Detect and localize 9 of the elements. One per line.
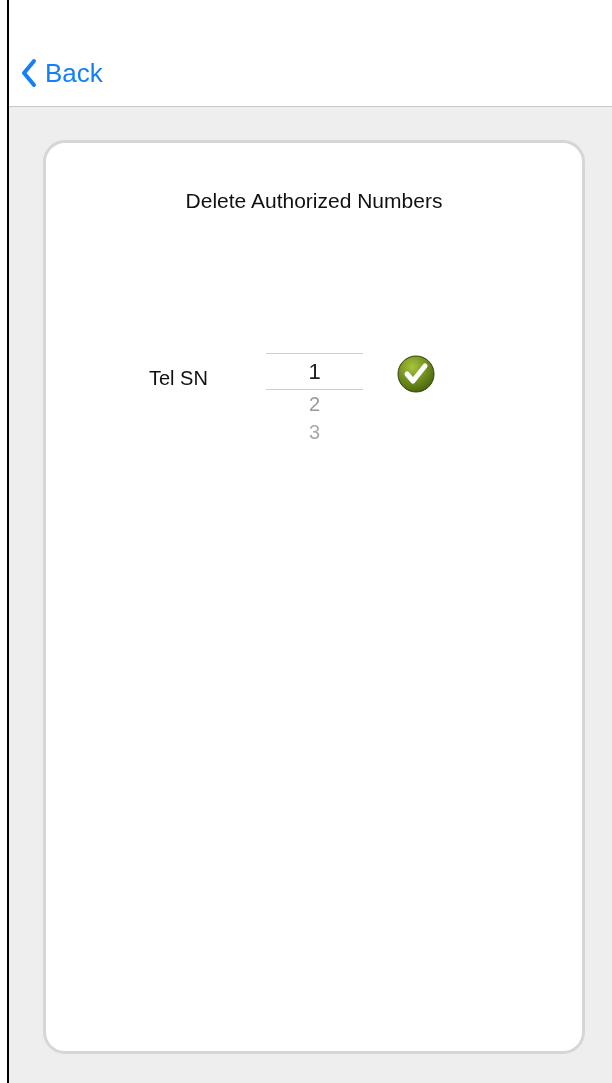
number-picker[interactable]: 1 2 3: [266, 352, 363, 446]
picker-option[interactable]: 3: [266, 417, 363, 446]
back-button[interactable]: Back: [21, 58, 103, 88]
picker-option[interactable]: 2: [266, 389, 363, 418]
chevron-left-icon: [21, 58, 37, 88]
checkmark-icon[interactable]: [397, 354, 435, 393]
field-label: Tel SN: [149, 365, 209, 391]
card-title: Delete Authorized Numbers: [185, 188, 443, 214]
picker-option[interactable]: 1: [266, 352, 363, 390]
